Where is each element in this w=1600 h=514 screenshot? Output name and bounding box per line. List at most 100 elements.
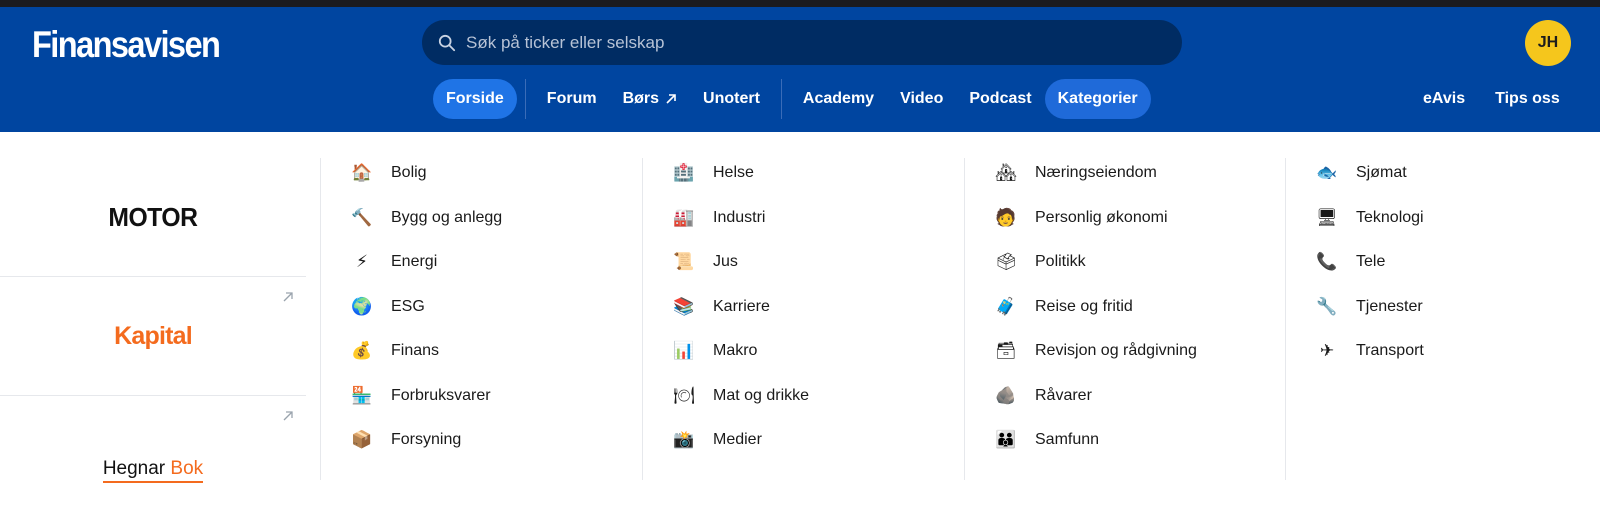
category-item[interactable]: 🏪 Forbruksvarer xyxy=(351,381,490,411)
category-item[interactable]: 👪 Samfunn xyxy=(995,425,1099,455)
houses-icon: 🏘 xyxy=(995,163,1017,183)
category-item[interactable]: 🪨 Råvarer xyxy=(995,381,1092,411)
category-label: Transport xyxy=(1356,342,1424,359)
category-item[interactable]: 📞 Tele xyxy=(1316,247,1385,277)
category-label: Personlig økonomi xyxy=(1035,208,1168,226)
nav-video[interactable]: Video xyxy=(887,79,956,119)
nav-podcast[interactable]: Podcast xyxy=(956,79,1044,119)
category-item[interactable]: 📚 Karriere xyxy=(673,292,770,322)
category-item[interactable]: 🧳 Reise og fritid xyxy=(995,292,1133,322)
rock-icon: 🪨 xyxy=(995,385,1017,406)
external-link-arrow-icon xyxy=(283,411,293,421)
category-label: Revisjon og rådgivning xyxy=(1035,342,1197,359)
category-item[interactable]: 📜 Jus xyxy=(673,247,738,277)
nav-forum[interactable]: Forum xyxy=(534,79,610,119)
category-column-2: 🏥 Helse 🏭 Industri 📜 Jus 📚 Karriere 📊 Makro 🍽 Mat o… xyxy=(642,158,964,480)
category-item[interactable]: 🐟 Sjømat xyxy=(1316,158,1406,188)
category-item[interactable]: 📦 Forsyning xyxy=(351,425,461,455)
category-label: Industri xyxy=(713,208,766,226)
factory-icon: 🏭 xyxy=(673,207,695,228)
hegnar-bok-logo-first: Hegnar xyxy=(102,457,166,479)
computer-icon: 🖥 xyxy=(1316,207,1338,228)
people-icon: 👪 xyxy=(995,430,1017,450)
office-worker-icon: 🧑 xyxy=(995,207,1017,228)
category-item[interactable]: 🏠 Bolig xyxy=(351,158,426,188)
category-label: Energi xyxy=(391,253,438,270)
nav-divider xyxy=(524,79,526,119)
nav-forside[interactable]: Forside xyxy=(433,79,517,119)
search-bar[interactable] xyxy=(422,20,1182,65)
finansavisen-logo[interactable]: Finansavisen xyxy=(32,24,221,66)
globe-icon: 🌍 xyxy=(351,296,373,317)
category-label: Tjenester xyxy=(1356,297,1423,315)
plate-icon: 🍽 xyxy=(673,385,695,406)
category-item[interactable]: 🏘 Næringseiendom xyxy=(995,158,1157,188)
fish-icon: 🐟 xyxy=(1316,163,1338,183)
category-item[interactable]: 🖥 Teknologi xyxy=(1316,203,1424,233)
category-label: Forsyning xyxy=(391,431,462,448)
store-icon: 🏪 xyxy=(351,385,373,406)
package-icon: 📦 xyxy=(351,430,373,450)
books-icon: 📚 xyxy=(673,296,695,317)
airplane-icon: ✈ xyxy=(1319,341,1335,361)
nav-bors-label: Børs xyxy=(622,90,660,107)
category-label: Teknologi xyxy=(1356,208,1424,226)
category-label: Medier xyxy=(713,431,762,448)
category-label: Næringseiendom xyxy=(1035,164,1157,181)
nav-divider xyxy=(780,79,782,119)
category-column-4: 🐟 Sjømat 🖥 Teknologi 📞 Tele 🔧 Tjenester ✈ Transpo… xyxy=(1285,158,1600,480)
search-icon xyxy=(438,34,456,51)
category-label: Helse xyxy=(713,164,754,181)
money-bag-icon: 💰 xyxy=(351,341,373,361)
category-item[interactable]: ✈ Transport xyxy=(1316,336,1424,366)
category-item[interactable]: 🏥 Helse xyxy=(673,158,754,188)
external-link-arrow-icon xyxy=(666,94,676,104)
category-item[interactable]: ⚡ Energi xyxy=(351,247,437,277)
category-label: Makro xyxy=(713,342,758,359)
brand-list: MOTOR Kapital Hegnar Bok xyxy=(0,132,306,483)
nav-bors[interactable]: Børs xyxy=(610,79,690,119)
wrench-icon: 🔧 xyxy=(1316,296,1338,317)
category-item[interactable]: 🧑 Personlig økonomi xyxy=(995,203,1168,233)
bar-chart-icon: 📊 xyxy=(673,341,695,361)
external-link-arrow-icon xyxy=(283,292,293,302)
motor-brand-link[interactable]: MOTOR xyxy=(0,158,306,276)
kapital-logo: Kapital xyxy=(114,321,193,350)
nav-kategorier[interactable]: Kategorier xyxy=(1044,79,1151,119)
category-item[interactable]: 🗃 Revisjon og rådgivning xyxy=(995,336,1197,366)
category-item[interactable]: 🌍 ESG xyxy=(351,292,425,322)
phone-icon: 📞 xyxy=(1316,252,1338,272)
category-label: ESG xyxy=(391,297,425,315)
category-item[interactable]: 🔨 Bygg og anlegg xyxy=(351,203,502,233)
category-label: Jus xyxy=(713,253,738,270)
category-item[interactable]: 📸 Medier xyxy=(673,425,762,455)
category-item[interactable]: 📊 Makro xyxy=(673,336,757,366)
hegnar-bok-logo: Hegnar Bok xyxy=(102,457,204,483)
category-item[interactable]: 🗳 Politikk xyxy=(995,247,1086,277)
category-label: Reise og fritid xyxy=(1035,297,1133,315)
nav-tips-oss[interactable]: Tips oss xyxy=(1482,79,1573,119)
hegnar-bok-brand-link[interactable]: Hegnar Bok xyxy=(0,396,306,514)
category-label: Råvarer xyxy=(1035,386,1092,404)
kapital-brand-link[interactable]: Kapital xyxy=(0,277,306,395)
category-item[interactable]: 🏭 Industri xyxy=(673,203,765,233)
search-input[interactable] xyxy=(466,32,1146,53)
file-box-icon: 🗃 xyxy=(995,341,1017,361)
nav-eavis[interactable]: eAvis xyxy=(1410,79,1478,119)
category-item[interactable]: 🍽 Mat og drikke xyxy=(673,381,809,411)
nav-unotert[interactable]: Unotert xyxy=(690,79,773,119)
hammer-icon: 🔨 xyxy=(351,207,373,228)
category-column-1: 🏠 Bolig 🔨 Bygg og anlegg ⚡ Energi 🌍 ESG 💰 Finans 🏪… xyxy=(320,158,642,480)
hegnar-bok-logo-second: Bok xyxy=(170,457,204,479)
category-item[interactable]: 💰 Finans xyxy=(351,336,439,366)
nav-academy[interactable]: Academy xyxy=(790,79,887,119)
ballot-box-icon: 🗳 xyxy=(995,252,1017,272)
category-column-3: 🏘 Næringseiendom 🧑 Personlig økonomi 🗳 Politi… xyxy=(964,158,1285,480)
user-avatar[interactable]: JH xyxy=(1525,20,1571,66)
category-label: Politikk xyxy=(1035,253,1086,270)
scroll-icon: 📜 xyxy=(673,252,695,272)
motor-logo: MOTOR xyxy=(108,201,198,232)
category-item[interactable]: 🔧 Tjenester xyxy=(1316,292,1423,322)
category-label: Samfunn xyxy=(1035,431,1100,448)
camera-icon: 📸 xyxy=(673,430,695,450)
